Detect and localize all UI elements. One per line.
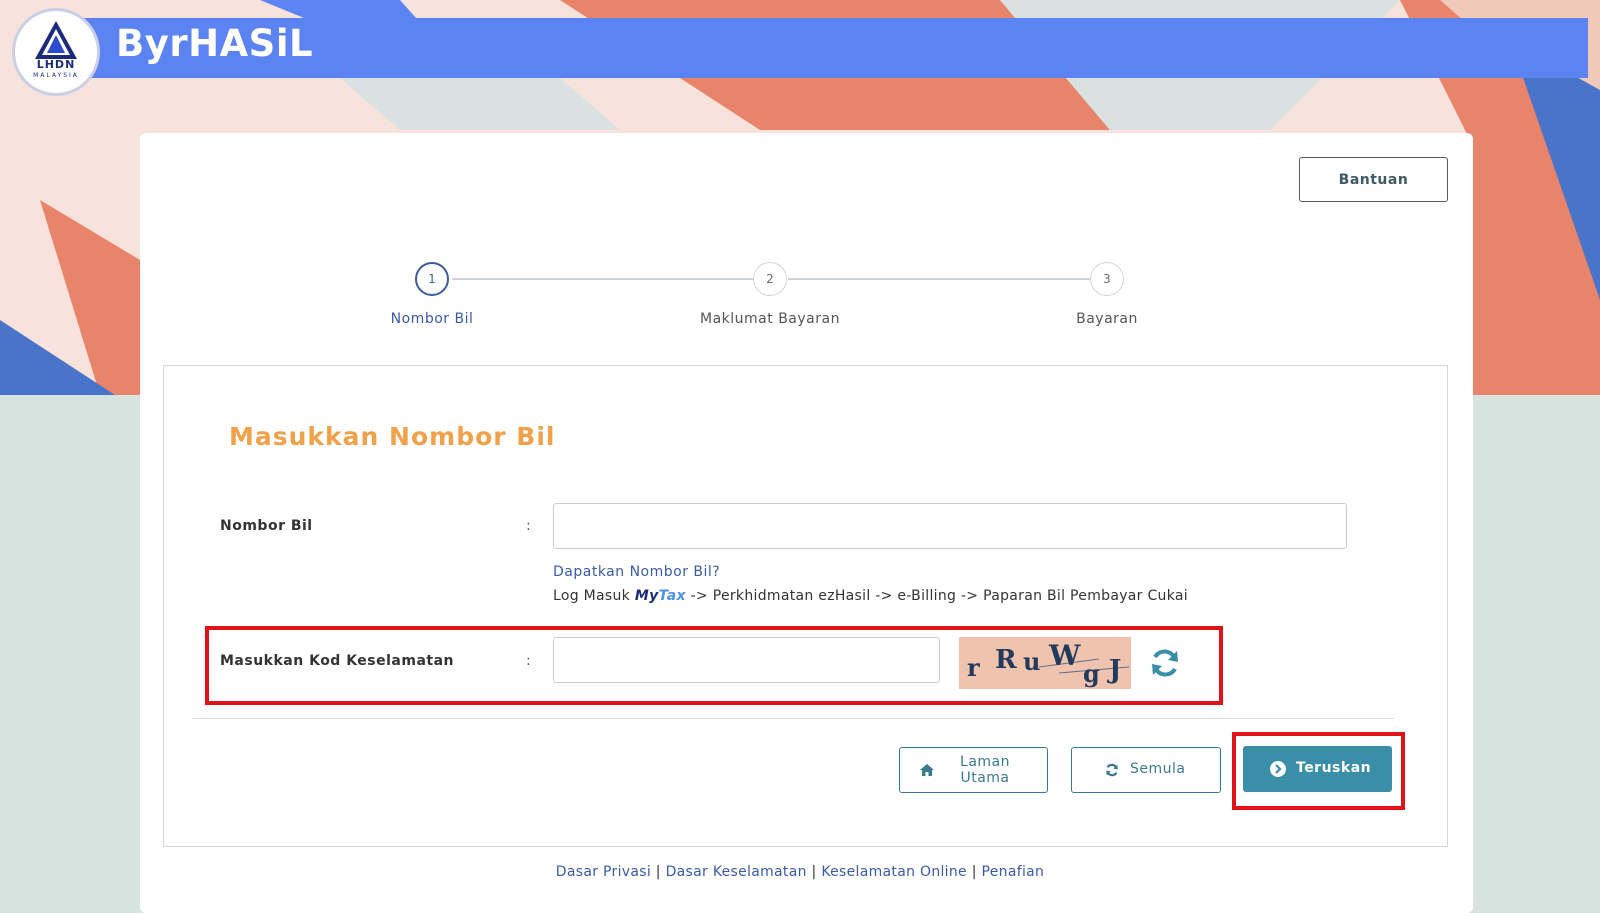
footer-link-security-policy[interactable]: Dasar Keselamatan <box>666 864 807 880</box>
captcha-char: R <box>995 645 1017 675</box>
chevron-right-circle-icon <box>1270 761 1286 777</box>
step-1-circle: 1 <box>415 262 449 296</box>
lhdn-emblem-icon <box>35 21 77 59</box>
captcha-char: u <box>1023 647 1041 676</box>
step-3-label: Bayaran <box>1076 311 1138 327</box>
refresh-icon <box>1152 649 1178 677</box>
home-button-label: Laman Utama <box>950 754 1020 786</box>
mytax-my: My <box>634 588 659 604</box>
bill-number-colon: : <box>526 518 531 534</box>
form-divider <box>192 718 1394 719</box>
captcha-colon: : <box>526 653 531 669</box>
footer-links: Dasar Privasi | Dasar Keselamatan | Kese… <box>0 864 1600 880</box>
step-2-circle: 2 <box>753 262 787 296</box>
bill-number-input[interactable] <box>553 503 1347 549</box>
step-connector <box>788 278 1090 280</box>
help-button[interactable]: Bantuan <box>1299 157 1448 202</box>
step-2-label: Maklumat Bayaran <box>700 311 840 327</box>
footer-separator: | <box>811 864 817 880</box>
captcha-char: J <box>1109 655 1122 685</box>
logo-subtext: MALAYSIA <box>33 72 79 79</box>
continue-button-label: Teruskan <box>1296 760 1372 776</box>
footer-separator: | <box>971 864 977 880</box>
reset-button[interactable]: Semula <box>1071 747 1221 793</box>
footer-link-privacy[interactable]: Dasar Privasi <box>556 864 651 880</box>
form-title: Masukkan Nombor Bil <box>229 422 556 451</box>
captcha-noise <box>1038 658 1130 674</box>
footer-separator: | <box>655 864 661 880</box>
captcha-char: r <box>967 653 980 682</box>
home-label-line2: Utama <box>960 770 1010 786</box>
captcha-char: g <box>1083 659 1100 688</box>
reset-button-label: Semula <box>1130 761 1186 777</box>
mytax-tax: Tax <box>658 588 686 604</box>
captcha-refresh-button[interactable] <box>1147 645 1183 681</box>
get-bill-number-link[interactable]: Dapatkan Nombor Bil? <box>553 564 720 580</box>
mytax-logo: MyTax <box>635 588 686 604</box>
footer-link-online-security[interactable]: Keselamatan Online <box>821 864 967 880</box>
help-path-text: Log Masuk MyTax -> Perkhidmatan ezHasil … <box>553 588 1188 604</box>
lhdn-logo: LHDN MALAYSIA <box>12 8 100 96</box>
reset-icon <box>1106 763 1118 777</box>
footer-link-disclaimer[interactable]: Penafian <box>982 864 1045 880</box>
step-connector <box>452 278 754 280</box>
captcha-char: W <box>1049 639 1081 672</box>
captcha-input[interactable] <box>553 637 940 683</box>
home-button[interactable]: Laman Utama <box>899 747 1048 793</box>
logo-text: LHDN <box>36 58 76 71</box>
captcha-label: Masukkan Kod Keselamatan <box>220 653 455 669</box>
home-label-line1: Laman <box>960 754 1010 770</box>
step-1-label: Nombor Bil <box>390 311 474 327</box>
captcha-image: r R u W g J <box>959 637 1131 689</box>
help-path-prefix: Log Masuk <box>553 588 631 604</box>
continue-button[interactable]: Teruskan <box>1243 746 1392 792</box>
app-title: ByrHASiL <box>116 22 314 65</box>
help-path-suffix: -> Perkhidmatan ezHasil -> e-Billing -> … <box>690 588 1188 604</box>
step-3-circle: 3 <box>1090 262 1124 296</box>
home-icon <box>920 764 934 776</box>
bill-number-label: Nombor Bil <box>220 518 313 534</box>
